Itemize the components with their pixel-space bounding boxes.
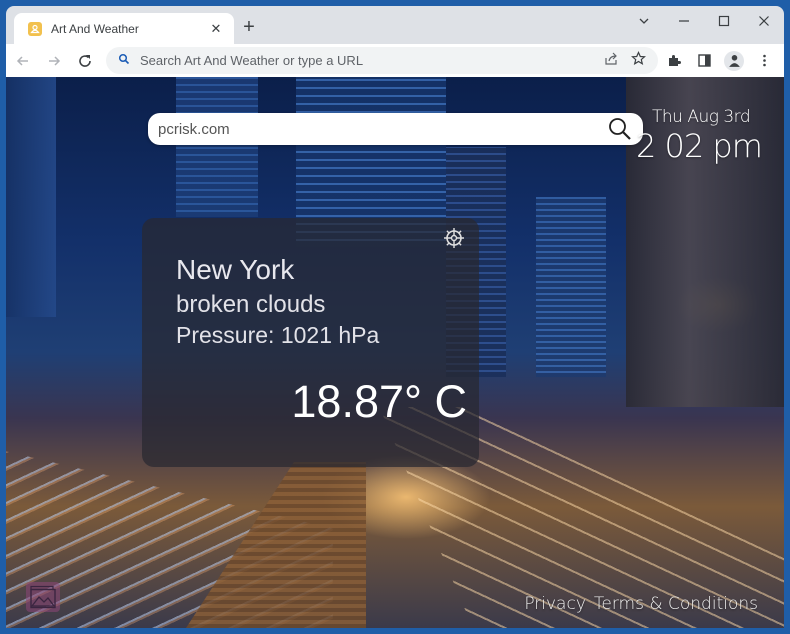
new-tab-page: Thu Aug 3rd 2 02 pm New York broken clou… (6, 77, 784, 628)
footer-links: Privacy Terms & Conditions (524, 594, 758, 614)
tab-strip: Art And Weather ✕ + (6, 6, 784, 44)
close-icon (759, 16, 769, 26)
tab-art-and-weather[interactable]: Art And Weather ✕ (14, 13, 234, 44)
side-panel-icon (697, 54, 711, 67)
puzzle-icon (668, 55, 681, 66)
image-gallery-icon (30, 585, 56, 609)
reload-icon (79, 54, 91, 67)
background-building (6, 77, 56, 317)
bookmark-star-icon[interactable] (631, 50, 646, 71)
weather-pressure: Pressure: 1021 hPa (176, 322, 379, 349)
art-and-weather-icon (28, 21, 42, 36)
pressure-value: 1021 hPa (280, 322, 380, 348)
weather-description: broken clouds (176, 291, 326, 318)
clock-date: Thu Aug 3rd (652, 107, 751, 127)
background-building (176, 77, 258, 217)
browser-toolbar (6, 44, 784, 77)
more-vert-icon (762, 54, 766, 67)
menu-button[interactable] (752, 47, 776, 74)
page-search-input[interactable] (158, 120, 607, 138)
avatar-icon (724, 50, 744, 71)
minimize-button[interactable] (664, 6, 704, 36)
maximize-icon (718, 15, 730, 27)
search-icon[interactable] (607, 116, 633, 142)
minimize-icon (679, 20, 689, 22)
back-button[interactable] (9, 47, 37, 75)
weather-widget: New York broken clouds Pressure: 1021 hP… (142, 218, 479, 467)
weather-city: New York (176, 254, 295, 285)
background-building (536, 197, 606, 377)
maximize-button[interactable] (704, 6, 744, 36)
side-panel-button[interactable] (692, 47, 716, 74)
share-icon[interactable] (604, 51, 619, 71)
reload-button[interactable] (71, 47, 99, 75)
profile-button[interactable] (722, 47, 746, 74)
extensions-button[interactable] (662, 47, 686, 74)
change-background-button[interactable] (26, 582, 60, 612)
arrow-left-icon (16, 55, 28, 66)
new-tab-button[interactable]: + (238, 17, 260, 39)
settings-gear-icon[interactable] (442, 226, 466, 250)
address-bar[interactable] (106, 47, 658, 74)
forward-button[interactable] (40, 47, 68, 75)
chevron-down-icon (639, 18, 649, 24)
privacy-link[interactable]: Privacy (524, 594, 586, 614)
browser-window: Art And Weather ✕ + Search Art And Weath… (6, 6, 784, 628)
address-input[interactable] (140, 53, 604, 68)
clock-time: 2 02 pm (636, 127, 763, 165)
terms-link[interactable]: Terms & Conditions (594, 594, 758, 614)
tab-title: Art And Weather (51, 21, 139, 36)
search-icon (118, 52, 130, 70)
weather-temperature: 18.87° C (291, 376, 467, 427)
close-window-button[interactable] (744, 6, 784, 36)
page-search-bar[interactable] (148, 113, 643, 145)
arrow-right-icon (49, 55, 61, 66)
clock-widget: Thu Aug 3rd 2 02 pm (636, 107, 763, 165)
close-tab-icon[interactable]: ✕ (208, 21, 224, 37)
pressure-label: Pressure: (176, 322, 275, 348)
tab-search-button[interactable] (624, 6, 664, 36)
